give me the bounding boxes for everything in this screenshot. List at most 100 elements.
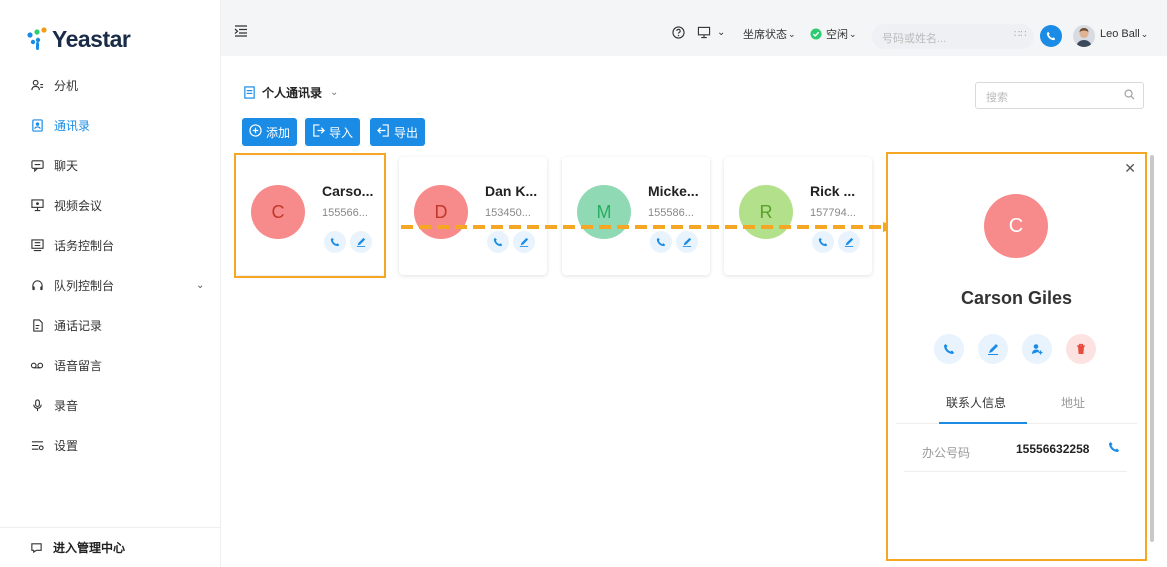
status-ok-icon [810, 28, 822, 40]
dashed-arrow-annotation [401, 222, 897, 232]
contact-phone: 155586... [648, 207, 694, 219]
contact-phone: 153450... [485, 207, 531, 219]
sidebar-item-extension[interactable]: 分机 [0, 65, 221, 105]
top-bar: ⌄ 坐席状态 ⌄ 空闲 ⌄ 号码或姓名... ∷∷ Leo Ball⌄ [221, 18, 1167, 56]
tab-address[interactable]: 地址 [1061, 394, 1085, 411]
sidebar-item-voicemail[interactable]: 语音留言 [0, 345, 221, 385]
presence-label: 空闲 [826, 29, 848, 41]
help-icon[interactable] [672, 26, 685, 39]
call-contact-button[interactable] [487, 231, 509, 253]
sidebar-item-operator-panel[interactable]: 话务控制台 [0, 225, 221, 265]
user-plus-icon [1032, 344, 1043, 355]
contact-name: Rick ... [810, 183, 856, 199]
export-icon [377, 124, 390, 140]
contact-card[interactable]: M Micke... 155586... [562, 157, 710, 275]
call-contact-button[interactable] [812, 231, 834, 253]
voicemail-icon [30, 358, 44, 372]
phonebook-selector[interactable]: 个人通讯录 ⌄ [243, 84, 338, 101]
sidebar-item-label: 设置 [54, 438, 79, 453]
brand-name: Yeastar [52, 25, 131, 52]
contact-search-placeholder: 搜索 [986, 92, 1008, 104]
contact-card[interactable]: D Dan K... 153450... [399, 157, 547, 275]
monitor-icon [697, 26, 711, 39]
admin-center-label: 进入管理中心 [53, 541, 126, 555]
edit-contact-button[interactable] [676, 231, 698, 253]
contact-detail-avatar: C [984, 194, 1048, 258]
chevron-down-icon: ⌄ [849, 28, 857, 39]
search-icon[interactable] [1124, 89, 1135, 103]
sidebar-item-label: 队列控制台 [54, 278, 115, 293]
chevron-down-icon: ⌄ [717, 27, 726, 38]
presence-status-dropdown[interactable]: 空闲 ⌄ [810, 26, 857, 42]
phone-icon[interactable] [1108, 441, 1120, 456]
sidebar-item-contacts[interactable]: 通讯录 [0, 105, 221, 145]
sidebar: Yeastar 分机 通讯录 聊天 视频会议 话务控制台 队列控制台 ⌄ 通话记… [0, 0, 221, 567]
add-label: 添加 [266, 125, 291, 140]
contact-search-input[interactable]: 搜索 [975, 82, 1144, 109]
contact-detail-panel: ✕ C Carson Giles 联系人信息 地址 办公号码 155566322… [886, 152, 1147, 561]
panel-scrollbar[interactable] [1150, 155, 1154, 542]
desktop-device-selector[interactable]: ⌄ [697, 26, 725, 39]
agent-status-label: 坐席状态 [743, 29, 787, 41]
phonebook-label: 个人通讯录 [262, 86, 323, 100]
detail-tabs: 联系人信息 地址 [896, 384, 1137, 424]
contact-card[interactable]: R Rick ... 157794... [724, 157, 872, 275]
contact-name: Micke... [648, 183, 699, 199]
dial-search-placeholder: 号码或姓名... [882, 33, 947, 45]
edit-contact-button[interactable] [978, 334, 1008, 364]
call-button[interactable] [1040, 25, 1062, 47]
dial-search-input[interactable]: 号码或姓名... [872, 24, 1034, 49]
microphone-icon [30, 398, 44, 412]
export-button[interactable]: 导出 [370, 118, 426, 146]
import-icon [312, 124, 325, 140]
plus-circle-icon [249, 124, 262, 140]
video-conference-icon [30, 198, 44, 212]
sidebar-item-queue-panel[interactable]: 队列控制台 ⌄ [0, 265, 221, 305]
office-number-row: 办公号码 15556632258 [904, 432, 1127, 472]
sidebar-item-settings[interactable]: 设置 [0, 425, 221, 465]
phonebook-icon [244, 86, 255, 99]
user-avatar[interactable] [1073, 25, 1095, 47]
phone-icon [1046, 31, 1056, 41]
sidebar-item-label: 通话记录 [54, 318, 103, 333]
user-name-label: Leo Ball [1100, 28, 1140, 40]
import-label: 导入 [329, 125, 354, 140]
yeastar-logo[interactable]: Yeastar [24, 24, 131, 54]
import-button[interactable]: 导入 [305, 118, 361, 146]
sidebar-item-label: 视频会议 [54, 198, 103, 213]
sidebar-item-call-log[interactable]: 通话记录 [0, 305, 221, 345]
sidebar-item-recording[interactable]: 录音 [0, 385, 221, 425]
collapse-menu-icon[interactable] [234, 24, 248, 40]
chevron-down-icon[interactable]: ⌄ [196, 280, 204, 291]
call-contact-button[interactable] [650, 231, 672, 253]
add-contact-button[interactable]: 添加 [242, 118, 298, 146]
add-to-group-button[interactable] [1022, 334, 1052, 364]
sidebar-item-chat[interactable]: 聊天 [0, 145, 221, 185]
field-label: 办公号码 [922, 446, 971, 460]
agent-status-dropdown[interactable]: 坐席状态 ⌄ [743, 26, 796, 42]
queue-panel-icon [30, 278, 44, 292]
close-icon[interactable]: ✕ [1124, 160, 1136, 177]
contact-detail-name: Carson Giles [960, 288, 1073, 308]
pencil-icon [682, 237, 692, 247]
sidebar-nav: 分机 通讯录 聊天 视频会议 话务控制台 队列控制台 ⌄ 通话记录 语音留言 录… [0, 65, 221, 465]
sidebar-item-label: 聊天 [54, 158, 79, 173]
extension-icon [30, 78, 44, 92]
call-contact-button[interactable] [934, 334, 964, 364]
pencil-icon [988, 344, 998, 355]
sidebar-item-label: 通讯录 [54, 118, 91, 133]
edit-contact-button[interactable] [838, 231, 860, 253]
logo-mark-icon [27, 27, 47, 50]
sidebar-item-video-conference[interactable]: 视频会议 [0, 185, 221, 225]
chevron-down-icon: ⌄ [788, 28, 796, 39]
sidebar-item-label: 话务控制台 [54, 238, 115, 253]
delete-contact-button[interactable] [1066, 334, 1096, 364]
tab-contact-info[interactable]: 联系人信息 [946, 394, 1006, 411]
edit-contact-button[interactable] [513, 231, 535, 253]
pencil-icon [844, 237, 854, 247]
user-menu[interactable]: Leo Ball⌄ [1100, 28, 1148, 40]
dialpad-icon[interactable]: ∷∷ [1014, 29, 1027, 40]
chevron-down-icon: ⌄ [330, 87, 339, 98]
sidebar-item-label: 分机 [54, 78, 79, 93]
enter-admin-center-button[interactable]: 进入管理中心 [0, 527, 221, 567]
